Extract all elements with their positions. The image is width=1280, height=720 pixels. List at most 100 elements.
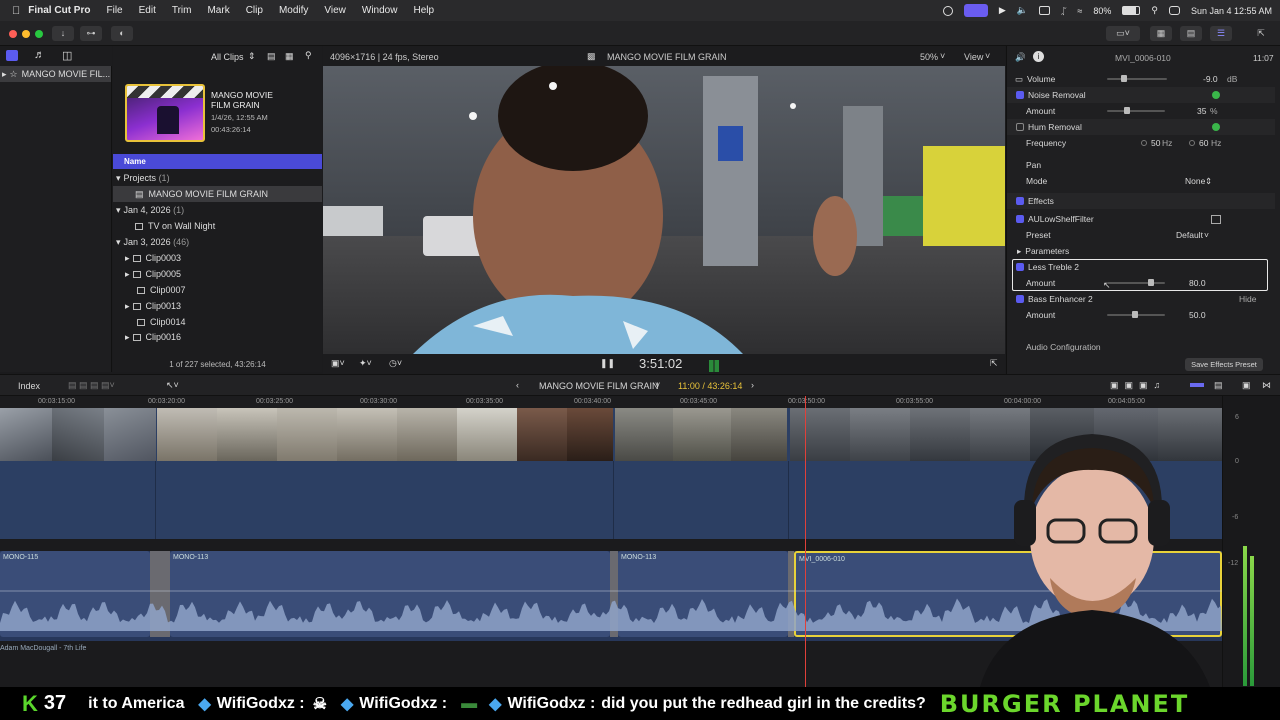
- filmstrip-view-icon[interactable]: ▤: [267, 51, 276, 62]
- timecode-display[interactable]: 3:51:02: [639, 356, 682, 371]
- list-item[interactable]: Clip0007: [113, 282, 322, 298]
- timeline-ruler[interactable]: 00:03:15:00 00:03:20:00 00:03:25:00 00:0…: [0, 396, 1222, 408]
- name-column-header[interactable]: Name: [113, 154, 322, 169]
- list-item[interactable]: ▾ Projects (1): [113, 170, 322, 186]
- retime-icon[interactable]: ◷˅: [389, 358, 402, 369]
- freq50-radio[interactable]: [1141, 140, 1147, 146]
- disclosure-icon[interactable]: ▸: [125, 253, 130, 264]
- back-arrow-icon[interactable]: ‹: [516, 380, 519, 390]
- list-item[interactable]: TV on Wall Night: [113, 218, 322, 234]
- browser-toggle-button[interactable]: ▦: [1150, 26, 1172, 41]
- volume-value[interactable]: -9.0: [1203, 74, 1218, 84]
- import-button[interactable]: ↓: [52, 26, 74, 41]
- inspector-toggle-button[interactable]: ☰: [1210, 26, 1232, 41]
- edit-tools-icon[interactable]: ▤ ▤ ▤ ▤˅: [68, 380, 115, 391]
- list-item[interactable]: ▸ Clip0013: [113, 298, 322, 314]
- freq60-radio[interactable]: [1189, 140, 1195, 146]
- mode-chevron-icon[interactable]: ⇕: [1205, 176, 1212, 187]
- audio-config-label[interactable]: Audio Configuration: [1026, 342, 1101, 352]
- list-item[interactable]: ▸ Clip0016: [113, 330, 322, 344]
- volume-slider[interactable]: [1107, 75, 1167, 82]
- play-icon[interactable]: ▶: [999, 5, 1006, 16]
- library-item[interactable]: ▸ ☆ MANGO MOVIE FIL...: [0, 66, 111, 82]
- menu-view[interactable]: View: [324, 5, 346, 16]
- pan-mode-select[interactable]: None: [1185, 176, 1205, 186]
- close-window-button[interactable]: [9, 30, 17, 38]
- disclosure-icon[interactable]: ▸: [2, 69, 7, 80]
- disclosure-icon[interactable]: ▸: [1017, 246, 1021, 257]
- music-clip-label[interactable]: Adam MacDougall - 7th Life: [0, 645, 86, 652]
- effects-checkbox[interactable]: [1016, 197, 1024, 205]
- disclosure-open-icon[interactable]: ▾: [116, 237, 121, 248]
- noise-amount-slider[interactable]: [1107, 107, 1165, 114]
- list-item[interactable]: Clip0014: [113, 314, 322, 330]
- freq50-label[interactable]: 50: [1151, 138, 1160, 148]
- list-item-selected[interactable]: ▤ MANGO MOVIE FILM GRAIN: [113, 186, 322, 202]
- project-chevron-icon[interactable]: ˅: [655, 380, 660, 390]
- effect3-amount-slider[interactable]: [1107, 311, 1165, 318]
- menu-window[interactable]: Window: [362, 5, 398, 16]
- list-item[interactable]: ▾ Jan 3, 2026 (46): [113, 234, 322, 250]
- background-tasks-button[interactable]: ◐: [111, 26, 133, 41]
- list-item[interactable]: ▾ Jan 4, 2026 (1): [113, 202, 322, 218]
- parameters-row[interactable]: ▸ Parameters: [1007, 243, 1275, 259]
- freq60-label[interactable]: 60: [1199, 138, 1208, 148]
- save-effects-preset-button[interactable]: Save Effects Preset: [1185, 358, 1263, 371]
- transitions-icon[interactable]: ⋈: [1262, 380, 1271, 391]
- disclosure-open-icon[interactable]: ▾: [116, 205, 121, 216]
- library-tab-icon[interactable]: [6, 50, 18, 61]
- play-pause-button[interactable]: ❚❚: [600, 358, 615, 369]
- clock[interactable]: Sun Jan 4 12:55 AM: [1191, 6, 1272, 16]
- zoom-chevron-icon[interactable]: ˅: [940, 51, 945, 61]
- minimize-window-button[interactable]: [22, 30, 30, 38]
- timeline-toggle-button[interactable]: ▤: [1180, 26, 1202, 41]
- slider-knob[interactable]: [1148, 279, 1154, 286]
- display-icon[interactable]: [1038, 6, 1050, 15]
- clip-appearance-icon[interactable]: ▤: [1214, 380, 1223, 391]
- info-icon[interactable]: i: [1033, 51, 1044, 62]
- zoom-window-button[interactable]: [35, 30, 43, 38]
- menu-modify[interactable]: Modify: [279, 5, 308, 16]
- menu-trim[interactable]: Trim: [172, 5, 192, 16]
- hum-removal-checkbox[interactable]: [1016, 123, 1024, 131]
- menu-mark[interactable]: Mark: [207, 5, 229, 16]
- fullscreen-viewer-icon[interactable]: ⇱: [990, 358, 998, 369]
- project-card[interactable]: [125, 84, 205, 142]
- snapping-icon[interactable]: [1190, 383, 1204, 387]
- volume-icon[interactable]: 🔈: [1017, 5, 1028, 16]
- photos-tab-icon[interactable]: ♬: [34, 49, 45, 61]
- forward-arrow-icon[interactable]: ›: [751, 380, 754, 390]
- disclosure-icon[interactable]: ▸: [125, 332, 130, 343]
- apple-icon[interactable]: : [12, 5, 20, 17]
- effect3-checkbox[interactable]: [1016, 295, 1024, 303]
- wifi-icon[interactable]: ≈: [1077, 6, 1082, 16]
- clip-appearance-icon[interactable]: ▦: [285, 51, 294, 62]
- clip-filter[interactable]: All Clips: [211, 52, 244, 62]
- effect2-amount-value[interactable]: 80.0: [1189, 278, 1206, 288]
- menu-file[interactable]: File: [106, 5, 122, 16]
- preset-select[interactable]: Default: [1176, 230, 1203, 240]
- screen-icon[interactable]: [963, 4, 988, 17]
- audio-inspector-icon[interactable]: 🔊: [1015, 52, 1026, 63]
- list-item[interactable]: ▸ Clip0003: [113, 250, 322, 266]
- enhance-icon[interactable]: ✦˅: [359, 358, 372, 369]
- slider-knob[interactable]: [1132, 311, 1138, 318]
- noise-amount-value[interactable]: 35: [1197, 106, 1206, 116]
- control-center-icon[interactable]: [1168, 6, 1180, 15]
- effects-browser-icon[interactable]: ▣: [1242, 380, 1251, 391]
- slider-knob[interactable]: [1121, 75, 1127, 82]
- disclosure-icon[interactable]: ▸: [125, 301, 130, 312]
- titles-tab-icon[interactable]: ◫: [62, 49, 72, 62]
- keyword-button[interactable]: ⊶: [80, 26, 102, 41]
- view-chevron-icon[interactable]: ˅: [985, 51, 990, 61]
- select-tool-icon[interactable]: ↖˅: [166, 380, 179, 391]
- viewer-frame[interactable]: [323, 66, 1005, 354]
- effect1-checkbox[interactable]: [1016, 215, 1024, 223]
- menu-help[interactable]: Help: [413, 5, 434, 16]
- effect2-checkbox[interactable]: [1016, 263, 1024, 271]
- app-menu[interactable]: Final Cut Pro: [28, 5, 90, 16]
- timeline-tools-icons[interactable]: ▣▣▣♫: [1110, 380, 1166, 391]
- slider-knob[interactable]: [1124, 107, 1130, 114]
- disclosure-open-icon[interactable]: ▾: [116, 173, 121, 184]
- view-menu[interactable]: View: [964, 52, 983, 62]
